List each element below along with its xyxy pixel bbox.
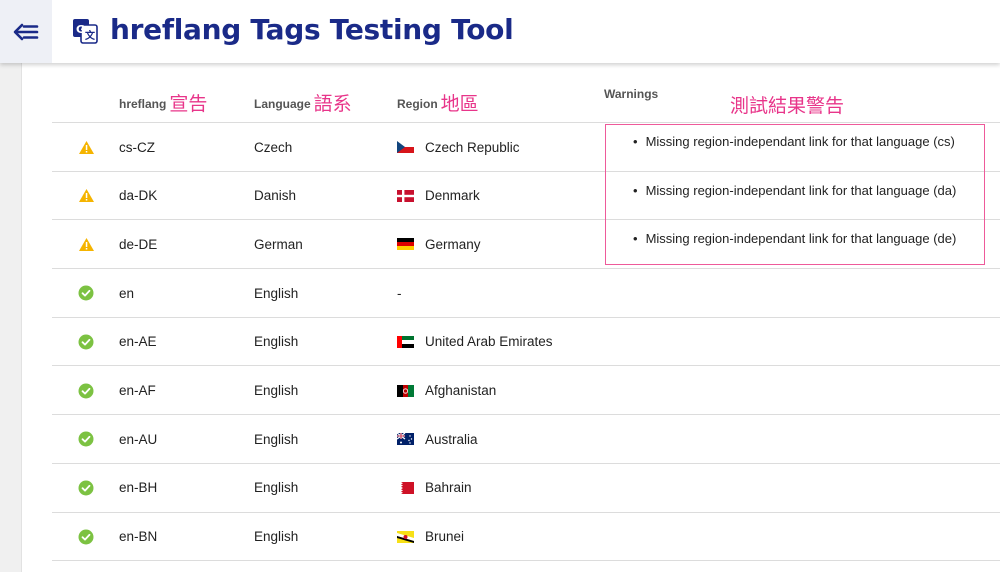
header-language[interactable]: Language 語系 [254,87,352,115]
warning-message: Missing region-independant link for that… [633,134,955,149]
region-cell: Afghanistan [397,367,496,415]
svg-text:文: 文 [85,29,96,42]
hreflang-code: en-AU [119,431,158,447]
region-name: - [397,285,402,301]
region-cell: Bahrain [397,464,472,512]
region-name: Bahrain [425,480,472,496]
flag-au-icon [397,433,414,446]
side-rail [0,63,22,572]
language-name: English [254,383,299,398]
region-name: Brunei [425,529,465,545]
top-app-bar: G 文 hreflang Tags Testing Tool [0,0,1000,63]
check-circle-icon [78,318,94,366]
flag-de-icon [397,238,414,251]
header-language-label: Language [254,97,311,111]
check-circle-icon [78,367,94,415]
region-name: Denmark [425,188,480,204]
warning-message: Missing region-independant link for that… [633,183,957,198]
hreflang-code: cs-CZ [119,139,155,155]
flag-bn-icon [397,530,414,543]
region-name: Afghanistan [425,383,497,398]
flag-ae-icon [397,335,414,348]
table-row[interactable]: en-AE English United Arab Emirates [52,318,1000,367]
annotation-hreflang: 宣告 [169,94,208,115]
flag-cz-icon [397,141,414,153]
hreflang-code: en-BH [119,480,158,496]
region-cell: Australia [397,415,478,463]
language-name: German [254,236,303,252]
region-name: Australia [425,431,478,447]
warning-icon [78,123,95,171]
header-warnings-label: Warnings [604,87,659,101]
language-name: English [254,285,299,301]
hreflang-code: en-BN [119,529,158,545]
warning-message: Missing region-independant link for that… [633,231,957,246]
header-hreflang-label: hreflang [119,97,167,111]
region-name: Czech Republic [425,139,520,155]
region-cell: Czech Republic [397,123,520,171]
language-name: English [254,431,299,447]
hreflang-code: da-DK [119,188,158,204]
header-warnings[interactable]: Warnings [604,87,658,101]
annotation-language: 語系 [313,94,352,115]
table-row[interactable]: en-AU English Australia [52,415,1000,464]
table-row[interactable]: en English - [52,269,1000,318]
hreflang-code: de-DE [119,236,158,252]
hreflang-code: en-AF [119,383,156,398]
header-region[interactable]: Region 地區 [397,87,479,115]
hreflang-code: en-AE [119,334,157,350]
translate-icon: G 文 [73,19,98,44]
check-circle-icon [78,464,94,512]
language-name: English [254,480,299,496]
check-circle-icon [78,513,94,561]
annotation-region: 地區 [440,94,479,115]
region-name: Germany [425,236,481,252]
region-cell: United Arab Emirates [397,318,553,366]
language-name: English [254,529,299,545]
header-region-label: Region [397,97,438,111]
flag-bh-icon [397,481,414,494]
annotation-warnings: 測試結果警告 [730,96,845,117]
hreflang-table: hreflang 宣告 Language 語系 Region 地區 Warnings … [52,63,1000,572]
warning-icon [78,172,95,220]
flag-af-icon [397,384,414,397]
back-button[interactable] [0,0,52,63]
region-cell: - [397,269,402,317]
page-title: hreflang Tags Testing Tool [110,13,514,46]
table-header: hreflang 宣告 Language 語系 Region 地區 Warnings … [52,63,1000,123]
svg-text:G: G [76,23,85,36]
language-name: Danish [254,188,297,204]
table-row[interactable]: en-BH English Bahrain [52,464,1000,513]
header-hreflang[interactable]: hreflang 宣告 [119,87,208,115]
language-name: English [254,334,299,350]
check-circle-icon [78,415,94,463]
check-circle-icon [78,269,94,317]
table-row[interactable]: da-DK Danish Denmark Missing region-indepen… [52,172,1000,221]
table-row[interactable]: en-AF English Afghanistan [52,367,1000,416]
flag-dk-icon [397,189,414,202]
table-row[interactable]: de-DE German Germany Missing region-indepen… [52,220,1000,270]
table-row[interactable]: en-BN English Brunei [52,513,1000,562]
language-name: Czech [254,139,293,155]
region-cell: Denmark [397,172,480,220]
region-name: United Arab Emirates [425,334,553,350]
hreflang-code: en [119,285,135,301]
region-cell: Germany [397,220,481,268]
table-row[interactable]: cs-CZ Czech Czech Republic Missing region-i… [52,123,1000,172]
region-cell: Brunei [397,513,464,561]
back-arrow-icon [13,23,39,40]
warning-icon [78,220,95,268]
